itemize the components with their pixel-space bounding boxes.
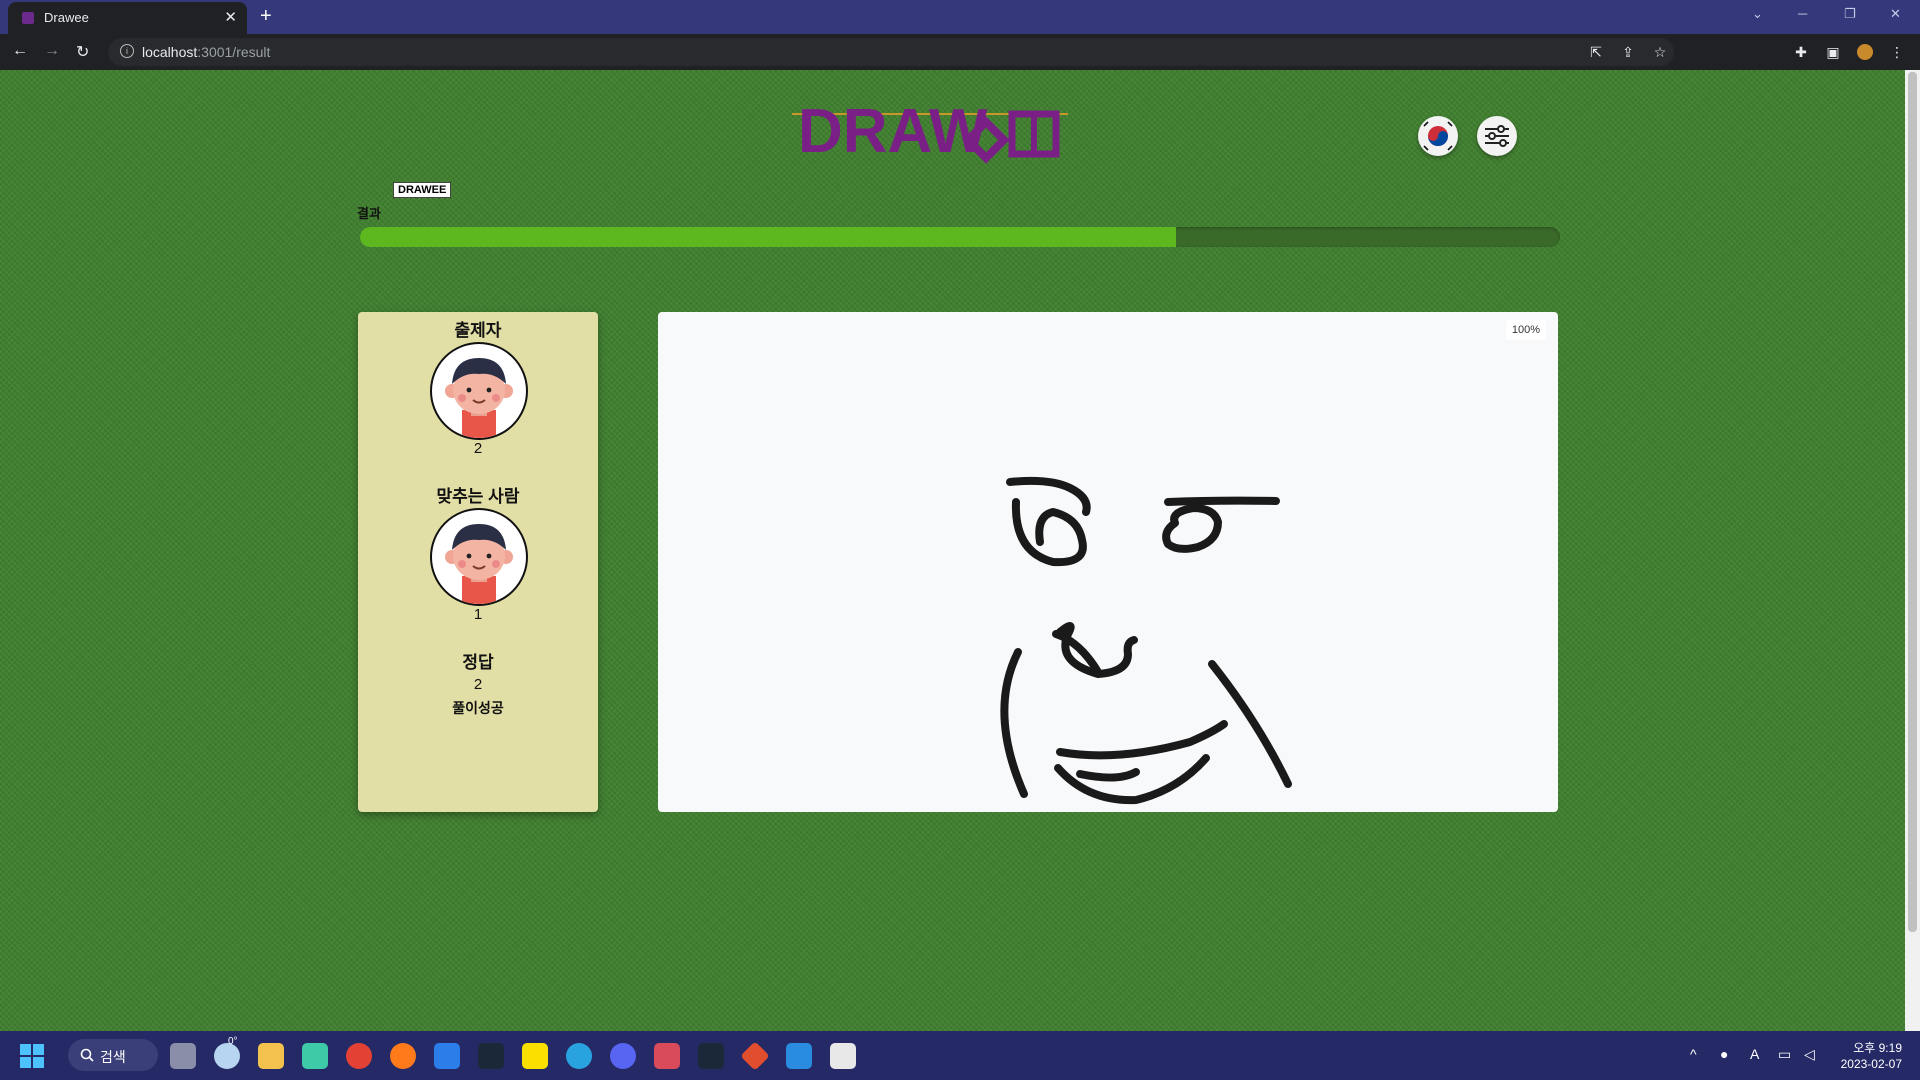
side-panel-icon[interactable]: ▣ bbox=[1825, 44, 1841, 60]
result-info-panel: 출제자 2 맞추는 사람 1 정답 2 풀이성공 bbox=[358, 312, 598, 812]
url-host: localhost bbox=[142, 44, 198, 60]
svg-text:DRAW: DRAW bbox=[798, 97, 988, 166]
scrollbar-thumb[interactable] bbox=[1908, 72, 1917, 932]
windows-taskbar: 검색 0° ^ ● A ▭ ◁ 오후 9:19 2023-02-07 bbox=[0, 1031, 1920, 1080]
file-explorer-icon[interactable] bbox=[258, 1043, 284, 1069]
task-view-icon[interactable] bbox=[170, 1043, 196, 1069]
back-icon[interactable]: ← bbox=[12, 42, 28, 60]
guesser-title: 맞추는 사람 bbox=[436, 487, 520, 506]
clock-date: 2023-02-07 bbox=[1840, 1057, 1902, 1071]
search-icon bbox=[80, 1048, 94, 1062]
reload-icon[interactable]: ↻ bbox=[76, 42, 89, 62]
new-tab-button[interactable]: + bbox=[260, 5, 272, 28]
firefox-icon[interactable] bbox=[390, 1043, 416, 1069]
sliders-icon bbox=[1485, 125, 1509, 147]
discord-icon[interactable] bbox=[610, 1043, 636, 1069]
share-icon[interactable]: ⇪ bbox=[1620, 44, 1636, 60]
progress-label: 결과 bbox=[357, 206, 381, 221]
tray-chevron-icon[interactable]: ^ bbox=[1690, 1046, 1697, 1062]
zoom-indicator: 100% bbox=[1505, 320, 1546, 340]
korea-flag-icon bbox=[1423, 121, 1453, 151]
favicon-icon bbox=[22, 12, 34, 24]
address-bar[interactable]: i localhost:3001/result ⇱ ⇪ ☆ bbox=[108, 38, 1674, 66]
snipping-tool-icon[interactable] bbox=[830, 1043, 856, 1069]
close-tab-icon[interactable]: ✕ bbox=[224, 8, 237, 26]
bookmark-star-icon[interactable]: ☆ bbox=[1652, 44, 1668, 60]
minimize-icon[interactable]: ─ bbox=[1798, 6, 1807, 21]
url-path: :3001/result bbox=[197, 44, 271, 60]
menu-icon[interactable]: ⋮ bbox=[1889, 44, 1905, 60]
clock-time: 오후 9:19 bbox=[1853, 1041, 1902, 1055]
tab-strip: Drawee ✕ + ⌄ ─ ❐ ✕ bbox=[0, 0, 1920, 34]
open-external-icon[interactable]: ⇱ bbox=[1588, 44, 1604, 60]
taskbar-clock[interactable]: 오후 9:19 2023-02-07 bbox=[1841, 1040, 1902, 1072]
boy-avatar-icon bbox=[445, 524, 513, 604]
drawee-app-icon[interactable] bbox=[302, 1043, 328, 1069]
steam-icon[interactable] bbox=[478, 1043, 504, 1069]
windows-start-icon[interactable] bbox=[20, 1044, 44, 1068]
language-flag-button[interactable] bbox=[1418, 116, 1458, 156]
git-icon[interactable] bbox=[740, 1041, 770, 1071]
site-info-icon[interactable]: i bbox=[120, 44, 134, 58]
answer-status: 풀이성공 bbox=[452, 700, 504, 716]
drawing-canvas[interactable]: 100% bbox=[658, 312, 1558, 812]
weather-temp: 0° bbox=[228, 1036, 238, 1047]
progress-fill bbox=[360, 227, 1176, 247]
profile-avatar[interactable] bbox=[1857, 44, 1873, 60]
browser-tab[interactable]: Drawee ✕ bbox=[8, 2, 247, 34]
media-app-icon[interactable] bbox=[654, 1043, 680, 1069]
kakaotalk-icon[interactable] bbox=[522, 1043, 548, 1069]
guesser-value: 1 bbox=[473, 606, 483, 623]
guesser-avatar bbox=[430, 508, 528, 606]
browser-toolbar: ← → ↻ i localhost:3001/result ⇱ ⇪ ☆ ✚ ▣ … bbox=[0, 34, 1920, 70]
telegram-icon[interactable] bbox=[566, 1043, 592, 1069]
taskbar-search[interactable]: 검색 bbox=[68, 1039, 158, 1071]
settings-button[interactable] bbox=[1477, 116, 1517, 156]
close-window-icon[interactable]: ✕ bbox=[1890, 6, 1901, 22]
url-text: localhost:3001/result bbox=[142, 44, 270, 60]
steam-app-icon[interactable] bbox=[698, 1043, 724, 1069]
chrome-icon[interactable] bbox=[346, 1043, 372, 1069]
answer-value: 2 bbox=[473, 676, 483, 693]
extensions-icon[interactable]: ✚ bbox=[1793, 44, 1809, 60]
bluetooth-app-icon[interactable] bbox=[434, 1043, 460, 1069]
logo-tooltip: DRAWEE bbox=[393, 182, 452, 198]
result-progress-bar bbox=[360, 227, 1560, 247]
volume-icon[interactable]: ◁ bbox=[1804, 1046, 1815, 1063]
boy-avatar-icon bbox=[445, 358, 513, 438]
network-icon[interactable]: ▭ bbox=[1778, 1046, 1791, 1063]
questioner-title: 출제자 bbox=[454, 321, 502, 340]
tab-title: Drawee bbox=[44, 10, 89, 25]
vscode-icon[interactable] bbox=[786, 1043, 812, 1069]
questioner-value: 2 bbox=[473, 440, 483, 457]
microphone-icon[interactable]: ● bbox=[1720, 1046, 1728, 1062]
questioner-avatar bbox=[430, 342, 528, 440]
drawee-logo: DRAW bbox=[792, 97, 1068, 166]
forward-icon[interactable]: → bbox=[44, 42, 60, 60]
restore-icon[interactable]: ❐ bbox=[1844, 6, 1856, 22]
page-scrollbar[interactable] bbox=[1905, 70, 1920, 1031]
page-background: DRAW DRAWEE 결과 출제자 2 맞추는 사람 1 정답 2 풀이성공 … bbox=[0, 70, 1905, 1031]
tab-search-icon[interactable]: ⌄ bbox=[1752, 6, 1763, 22]
face-drawing bbox=[1000, 476, 1292, 805]
answer-title: 정답 bbox=[462, 653, 494, 672]
search-label: 검색 bbox=[100, 1049, 126, 1065]
ime-icon[interactable]: A bbox=[1750, 1046, 1759, 1062]
